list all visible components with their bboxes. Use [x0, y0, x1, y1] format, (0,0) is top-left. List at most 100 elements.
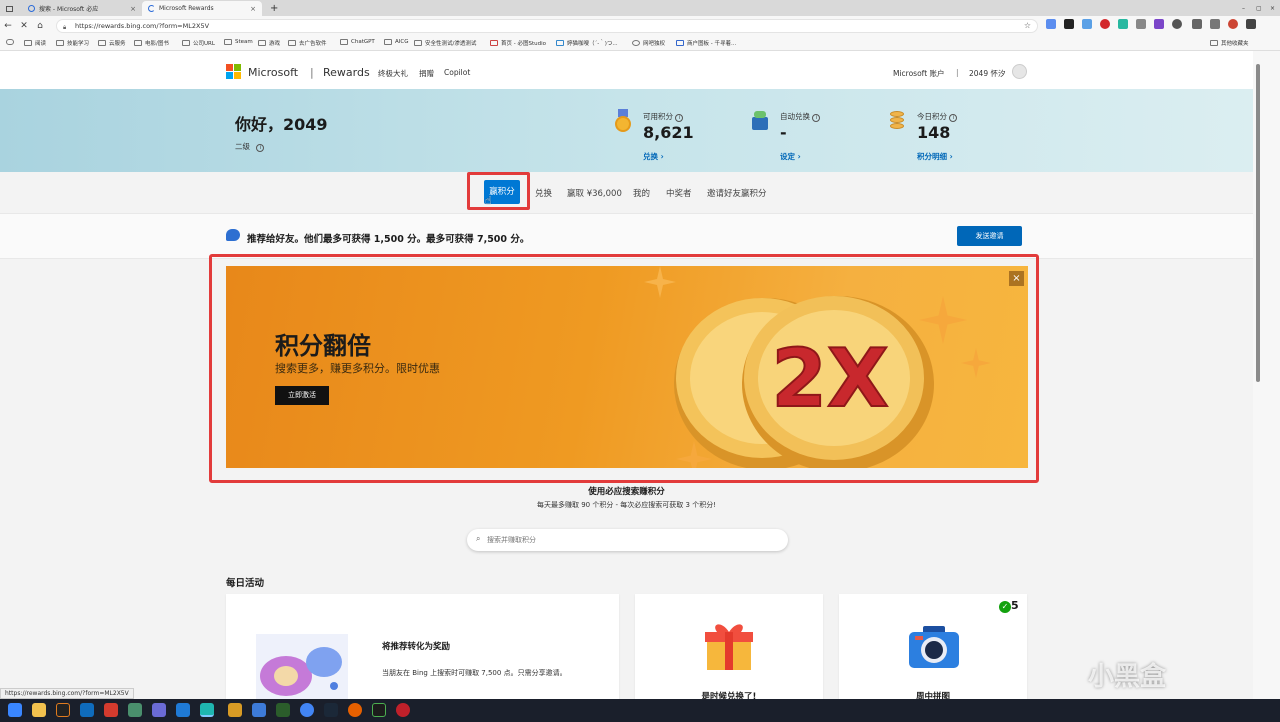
- bookmark-folder[interactable]: 电影/图书: [134, 39, 169, 47]
- search-section-subtitle: 每天最多赚取 90 个积分 - 每次必应搜索可获取 3 个积分!: [536, 501, 717, 509]
- microsoft-logo-icon[interactable]: [226, 64, 241, 79]
- profile-avatar[interactable]: [1228, 19, 1238, 29]
- redeem-link[interactable]: 兑换 ›: [643, 151, 664, 162]
- app-icon[interactable]: [104, 703, 118, 717]
- scrollbar-thumb[interactable]: [1256, 64, 1260, 382]
- app-icon[interactable]: [276, 703, 290, 717]
- stop-icon[interactable]: ✕: [16, 21, 32, 31]
- bookmark-folder[interactable]: 游戏: [258, 39, 280, 47]
- bookmark-folder[interactable]: 安全性测试/渗透测试: [414, 39, 476, 47]
- other-favorites[interactable]: 其他收藏夹: [1210, 39, 1249, 47]
- extension-icon[interactable]: [1064, 19, 1074, 29]
- vscode-icon[interactable]: [176, 703, 190, 717]
- send-invite-button[interactable]: 发送邀请: [957, 226, 1022, 246]
- activity-card-puzzle[interactable]: ✓ 5 周中拼图: [839, 594, 1027, 699]
- more-menu-icon[interactable]: [1246, 19, 1256, 29]
- app-icon[interactable]: [128, 703, 142, 717]
- bookmark-folder[interactable]: ChatGPT: [340, 39, 375, 45]
- settings-link[interactable]: 设定 ›: [780, 151, 801, 162]
- info-icon[interactable]: i: [256, 144, 265, 152]
- close-icon[interactable]: ×: [1009, 271, 1024, 286]
- file-explorer-icon[interactable]: [32, 703, 46, 717]
- bookmark-folder[interactable]: 去广告软件: [288, 39, 327, 47]
- points-breakdown-link[interactable]: 积分明细 ›: [917, 151, 953, 162]
- minimize-button[interactable]: –: [1236, 1, 1250, 16]
- extension-icon[interactable]: [1136, 19, 1146, 29]
- app-icon[interactable]: [152, 703, 166, 717]
- search-section-title: 使用必应搜索赚积分: [588, 487, 665, 497]
- bookmark-folder[interactable]: 阅读: [24, 39, 46, 47]
- card-title: 周中拼图: [915, 692, 950, 699]
- info-icon[interactable]: i: [812, 114, 821, 122]
- favorite-star-icon[interactable]: ☆: [1024, 20, 1031, 32]
- start-icon[interactable]: [8, 703, 22, 717]
- collections-icon[interactable]: [1210, 19, 1220, 29]
- favorites-icon[interactable]: [1192, 19, 1202, 29]
- new-tab-button[interactable]: +: [264, 1, 278, 16]
- app-icon[interactable]: [228, 703, 242, 717]
- outlook-icon[interactable]: [80, 703, 94, 717]
- nav-donate[interactable]: 捐赠: [419, 68, 434, 79]
- bookmark-folder[interactable]: Steam: [224, 39, 253, 45]
- bookmark-folder[interactable]: 云服务: [98, 39, 126, 47]
- bookmark-link[interactable]: 婷猫咖嗖（´-｀)つ...: [556, 39, 618, 47]
- app-icon[interactable]: [252, 703, 266, 717]
- chrome-icon[interactable]: [300, 703, 314, 717]
- brand-name[interactable]: Microsoft: [248, 66, 298, 79]
- tab-winners[interactable]: 中奖者: [666, 187, 692, 199]
- header-divider: |: [310, 66, 314, 79]
- extension-icon[interactable]: [1046, 19, 1056, 29]
- maximize-button[interactable]: ▢: [1250, 1, 1264, 16]
- home-icon[interactable]: ⌂: [32, 21, 48, 31]
- tab-win-36000[interactable]: 赢取 ¥36,000: [567, 187, 622, 199]
- bookmark-link[interactable]: 商户图板 - 千寻着...: [676, 39, 736, 47]
- app-icon[interactable]: [396, 703, 410, 717]
- search-app-icon[interactable]: [56, 703, 70, 717]
- firefox-icon[interactable]: [348, 703, 362, 717]
- app-icon[interactable]: [372, 703, 386, 717]
- steam-icon[interactable]: [324, 703, 338, 717]
- activate-now-button[interactable]: 立即激活: [275, 386, 329, 405]
- bookmark-link[interactable]: 首页 - 必图Studio: [490, 39, 546, 47]
- search-box[interactable]: ⌕: [467, 529, 788, 551]
- activity-card-redeem[interactable]: 是时候兑换了!: [635, 594, 823, 699]
- edge-icon[interactable]: [200, 703, 214, 717]
- bookmark-link[interactable]: 网吧独权: [632, 39, 665, 47]
- referral-strip: 推荐给好友。他们最多可获得 1,500 分。最多可获得 7,500 分。 发送邀…: [0, 213, 1253, 259]
- product-name[interactable]: Rewards: [323, 66, 370, 79]
- tab-actions-icon[interactable]: [0, 1, 20, 16]
- activity-card-referral[interactable]: 将推荐转化为奖励 当朋友在 Bing 上搜索时可赚取 7,500 点。只需分享邀…: [226, 594, 619, 699]
- extensions-icon[interactable]: [1172, 19, 1182, 29]
- browser-tab-bing-search[interactable]: 搜索 - Microsoft 必应 ×: [22, 1, 142, 16]
- tab-redeem[interactable]: 兑换: [535, 187, 552, 199]
- close-window-button[interactable]: ×: [1264, 1, 1278, 16]
- extension-icon[interactable]: [1100, 19, 1110, 29]
- avatar[interactable]: [1012, 64, 1027, 79]
- url-bar[interactable]: 🔒︎ https://rewards.bing.com/?form=ML2X5V…: [56, 19, 1038, 33]
- coin-stack-icon: [887, 109, 907, 131]
- extension-icon[interactable]: [1154, 19, 1164, 29]
- bookmark-folder[interactable]: AICG: [384, 39, 409, 45]
- search-input[interactable]: [487, 532, 777, 548]
- tab-mine[interactable]: 我的: [633, 187, 650, 199]
- status-url: https://rewards.bing.com/?form=ML2X5V: [0, 688, 134, 699]
- extension-icon[interactable]: [1118, 19, 1128, 29]
- close-icon[interactable]: ×: [130, 5, 136, 13]
- nav-ultimate-gift[interactable]: 终极大礼: [378, 68, 408, 79]
- bookmark-folder[interactable]: 公司URL: [182, 39, 215, 47]
- user-name[interactable]: 2049 怀汐: [969, 68, 1005, 79]
- gift-icon: [705, 624, 753, 670]
- bookmarks-toggle-icon[interactable]: [6, 39, 17, 45]
- info-icon[interactable]: i: [949, 114, 958, 122]
- info-icon[interactable]: i: [675, 114, 684, 122]
- close-icon[interactable]: ×: [250, 5, 256, 13]
- browser-tab-rewards[interactable]: Microsoft Rewards ×: [142, 1, 262, 16]
- nav-copilot[interactable]: Copilot: [444, 68, 470, 77]
- back-icon[interactable]: ←: [0, 21, 16, 31]
- gift-box-icon: [750, 109, 770, 131]
- double-points-banner[interactable]: 2X 积分翻倍 搜索更多，赚更多积分。限时优惠 立即激活 ×: [226, 266, 1028, 468]
- extension-icon[interactable]: [1082, 19, 1092, 29]
- tab-invite-friends[interactable]: 邀请好友赢积分: [707, 187, 767, 199]
- bookmark-folder[interactable]: 技能学习: [56, 39, 89, 47]
- microsoft-account-link[interactable]: Microsoft 账户: [893, 68, 945, 79]
